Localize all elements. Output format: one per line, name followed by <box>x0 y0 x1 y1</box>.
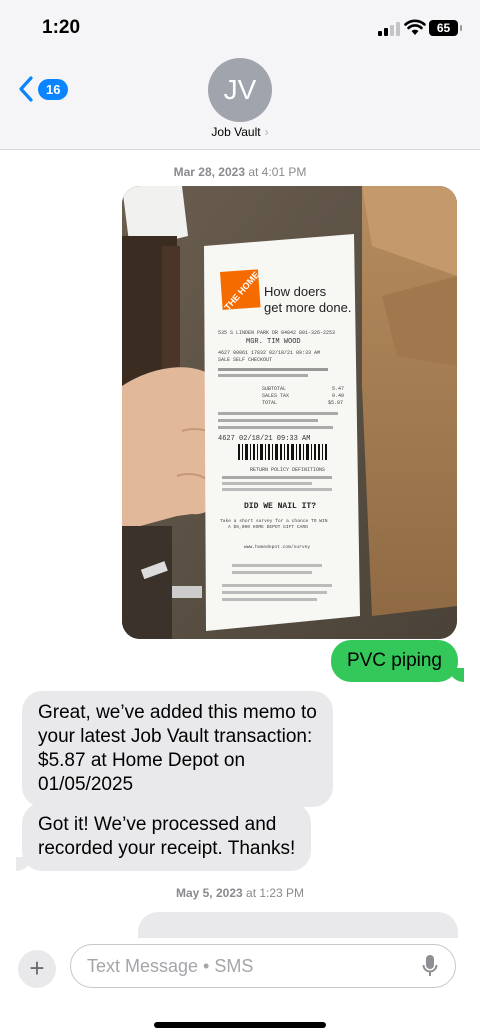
chevron-right-icon: › <box>264 125 269 139</box>
receipt-tax: 0.40 <box>332 393 344 399</box>
message-composer: + Text Message • SMS <box>0 938 480 1036</box>
contact-name-button[interactable]: Job Vault › <box>0 125 480 139</box>
receipt-survey-line2: A $5,000 HOME DEPOT GIFT CARD <box>228 524 308 530</box>
incoming-message-line: Got it! We’ve processed and <box>38 814 277 835</box>
receipt-tax-label: SALES TAX <box>262 393 289 399</box>
receipt-manager: MGR. TIM WOOD <box>246 338 301 346</box>
outgoing-message-text: PVC piping <box>346 650 442 671</box>
receipt-subtotal: 5.47 <box>332 386 344 392</box>
incoming-message-line: your latest Job Vault transaction: <box>38 726 313 747</box>
receipt-nail-it: DID WE NAIL IT? <box>244 502 316 511</box>
receipt-line-b: SALE SELF CHECKOUT <box>218 357 272 363</box>
incoming-message[interactable]: Great, we’ve added this memo to your lat… <box>22 691 333 807</box>
signal-icon <box>378 22 400 36</box>
message-input[interactable]: Text Message • SMS <box>70 944 456 988</box>
wifi-icon <box>404 19 426 35</box>
receipt-survey-line1: Take a short survey for a chance TO WIN <box>220 518 328 524</box>
unread-count-badge: 16 <box>38 78 69 100</box>
receipt-store-line: 535 S LINDEN PARK DR 04042 801-326-2253 <box>218 330 335 336</box>
incoming-message-line: 01/05/2025 <box>38 774 134 795</box>
timestamp-label: Mar 28, 2023 at 4:01 PM <box>0 165 480 179</box>
contact-avatar[interactable]: JV <box>208 58 272 122</box>
plus-icon[interactable]: + <box>18 950 56 988</box>
receipt-total: $5.87 <box>328 400 343 406</box>
receipt-slogan-1: How doers <box>264 284 327 299</box>
microphone-icon[interactable] <box>422 954 438 978</box>
receipt-total-label: TOTAL <box>262 400 277 406</box>
receipt-photo-attachment[interactable]: THE HOME How doers get more done. 535 S … <box>122 186 457 639</box>
receipt-slogan-2: get more done. <box>264 300 351 315</box>
incoming-message-line: Great, we’ve added this memo to <box>38 702 317 723</box>
timestamp-label: May 5, 2023 at 1:23 PM <box>0 886 480 900</box>
timestamp-time: at 1:23 PM <box>246 886 305 900</box>
conversation-header: 16 JV Job Vault › <box>0 58 480 150</box>
receipt-photo: THE HOME How doers get more done. 535 S … <box>122 186 457 639</box>
home-indicator <box>154 1022 326 1028</box>
receipt-return-title: RETURN POLICY DEFINITIONS <box>250 467 325 473</box>
timestamp-date: May 5, 2023 <box>175 886 243 900</box>
back-button[interactable]: 16 <box>18 76 69 102</box>
outgoing-message[interactable]: PVC piping <box>330 640 465 682</box>
status-bar: 1:20 65 <box>0 0 480 58</box>
incoming-message-line: recorded your receipt. Thanks! <box>38 838 296 859</box>
timestamp-time: at 4:01 PM <box>248 165 307 179</box>
battery-icon: 65 <box>429 20 462 36</box>
receipt-subtotal-label: SUBTOTAL <box>262 386 286 392</box>
status-time: 1:20 <box>42 17 81 38</box>
receipt-line-a: 4627 00061 17832 02/18/21 09:33 AM <box>218 350 320 356</box>
back-chevron-icon <box>19 76 33 102</box>
timestamp-date: Mar 28, 2023 <box>173 165 245 179</box>
receipt-survey-url: www.homedepot.com/survey <box>244 544 310 550</box>
contact-name: Job Vault <box>211 125 261 139</box>
incoming-message[interactable]: Got it! We’ve processed and recorded you… <box>15 803 312 871</box>
incoming-message-line: $5.87 at Home Depot on <box>38 750 246 771</box>
receipt-barcode-date: 4627 02/18/21 09:33 AM <box>218 435 310 443</box>
